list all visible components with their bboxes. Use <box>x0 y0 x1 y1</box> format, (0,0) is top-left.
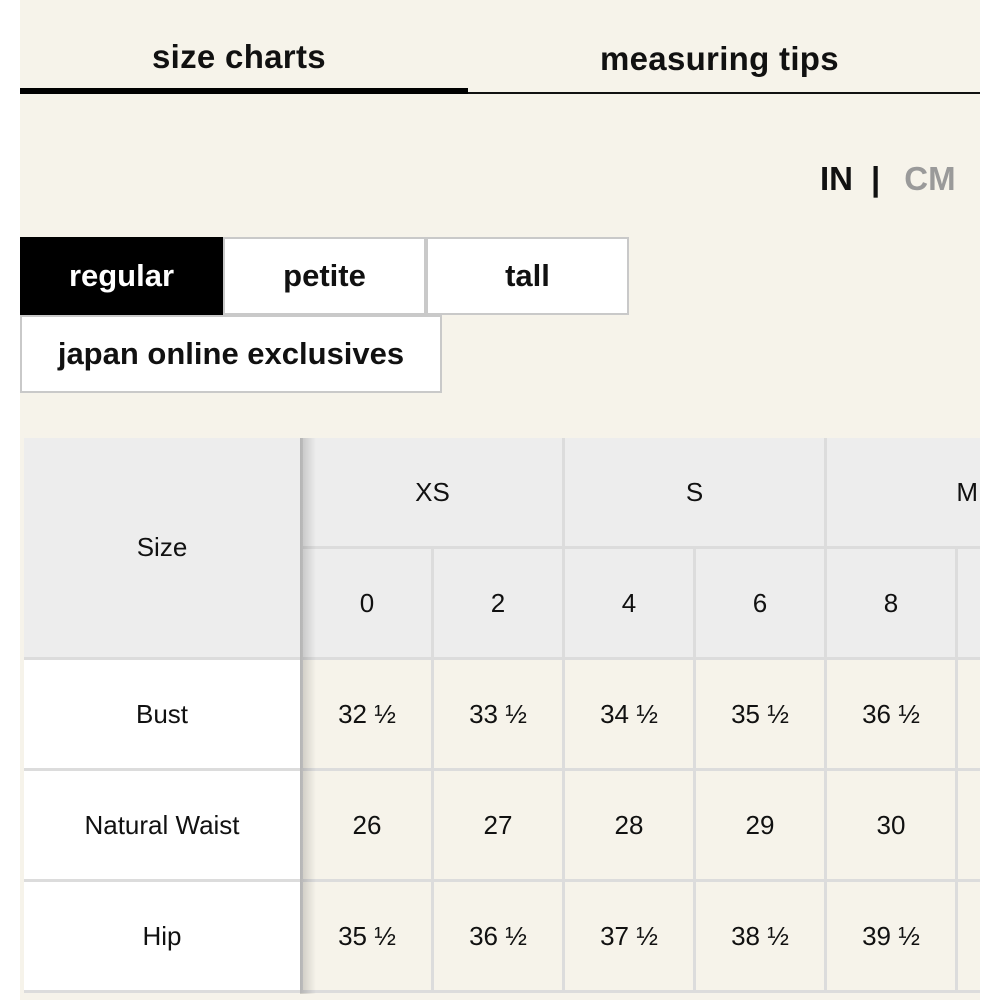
fit-petite-button[interactable]: petite <box>223 237 426 315</box>
tab-size-charts[interactable]: size charts <box>152 38 326 76</box>
active-tab-indicator <box>20 88 468 94</box>
size-chart-panel: size charts measuring tips IN | CM regular… <box>20 0 980 1000</box>
size-number: 6 <box>696 549 827 660</box>
fit-tall-button[interactable]: tall <box>426 237 629 315</box>
size-number: 2 <box>434 549 565 660</box>
table-cell: 33 ½ <box>434 660 565 771</box>
table-cell: 38 ½ <box>696 882 827 993</box>
table-cell: 29 <box>696 771 827 882</box>
unit-cm-option[interactable]: CM <box>904 160 955 197</box>
row-label-natural-waist: Natural Waist <box>24 771 303 882</box>
group-header-m: M <box>827 438 980 549</box>
table-cell-overflow <box>958 771 980 882</box>
table-cell: 32 ½ <box>303 660 434 771</box>
table-cell-overflow <box>958 660 980 771</box>
row-label-bust: Bust <box>24 660 303 771</box>
size-header: Size <box>24 438 303 660</box>
size-number: 8 <box>827 549 958 660</box>
unit-in-option[interactable]: IN <box>820 160 853 197</box>
size-number: 0 <box>303 549 434 660</box>
fit-japan-online-exclusives-button[interactable]: japan online exclusives <box>20 315 442 393</box>
unit-toggle: IN | CM <box>820 160 956 198</box>
table-cell: 34 ½ <box>565 660 696 771</box>
table-cell: 35 ½ <box>303 882 434 993</box>
table-cell: 36 ½ <box>827 660 958 771</box>
table-cell: 39 ½ <box>827 882 958 993</box>
table-cell: 28 <box>565 771 696 882</box>
size-table: Size XS S M 0 2 4 6 8 Bust 32 ½ 33 ½ 34 … <box>24 438 980 994</box>
table-cell: 36 ½ <box>434 882 565 993</box>
size-number: 4 <box>565 549 696 660</box>
group-header-s: S <box>565 438 827 549</box>
tab-bar: size charts measuring tips <box>20 0 980 96</box>
tab-measuring-tips[interactable]: measuring tips <box>600 40 839 78</box>
table-cell: 26 <box>303 771 434 882</box>
table-cell: 30 <box>827 771 958 882</box>
row-label-hip: Hip <box>24 882 303 993</box>
table-cell: 37 ½ <box>565 882 696 993</box>
fit-regular-button[interactable]: regular <box>20 237 223 315</box>
table-cell-overflow <box>958 882 980 993</box>
table-cell: 27 <box>434 771 565 882</box>
group-header-xs: XS <box>303 438 565 549</box>
table-cell: 35 ½ <box>696 660 827 771</box>
size-number-overflow <box>958 549 980 660</box>
unit-separator: | <box>871 160 881 197</box>
